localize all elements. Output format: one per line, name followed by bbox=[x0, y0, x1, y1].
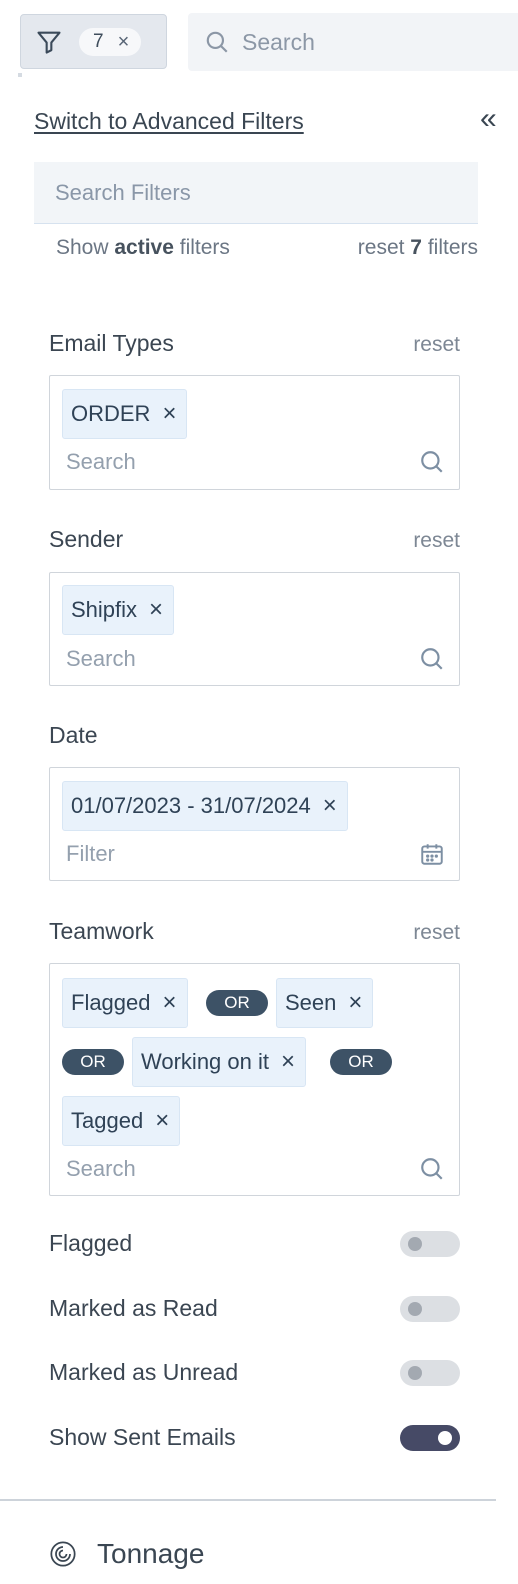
toggle-knob bbox=[408, 1365, 422, 1380]
sender-filter-box[interactable]: Shipfix × Search bbox=[49, 572, 460, 686]
remove-chip-icon[interactable]: × bbox=[155, 1109, 169, 1133]
chip-date-range: 01/07/2023 - 31/07/2024 × bbox=[62, 781, 348, 831]
email-types-search-input[interactable]: Search bbox=[66, 449, 136, 475]
chip-label: ORDER bbox=[71, 401, 151, 426]
remove-chip-icon[interactable]: × bbox=[281, 1050, 295, 1074]
email-types-reset-button[interactable]: reset bbox=[413, 333, 460, 357]
search-filters-input[interactable]: Search Filters bbox=[34, 162, 478, 224]
search-icon bbox=[206, 31, 228, 53]
toggle-row-marked-as-unread: Marked as Unread bbox=[49, 1359, 460, 1386]
tonnage-section-header[interactable]: Tonnage bbox=[49, 1538, 204, 1570]
teamwork-title: Teamwork bbox=[49, 918, 154, 944]
sender-title: Sender bbox=[49, 526, 124, 552]
sender-search-input[interactable]: Search bbox=[66, 646, 136, 672]
or-operator-badge[interactable]: OR bbox=[206, 990, 268, 1016]
chip-seen: Seen × bbox=[276, 978, 374, 1028]
toggle-label: Show Sent Emails bbox=[49, 1424, 236, 1450]
toggle-row-flagged: Flagged bbox=[49, 1230, 460, 1257]
clear-filters-icon[interactable]: × bbox=[118, 32, 130, 52]
toggle-row-show-sent-emails: Show Sent Emails bbox=[49, 1424, 460, 1451]
tonnage-icon bbox=[50, 1541, 76, 1567]
teamwork-reset-button[interactable]: reset bbox=[413, 921, 460, 945]
section-divider bbox=[0, 1499, 496, 1501]
search-icon bbox=[421, 1158, 443, 1180]
active-filter-count-badge[interactable]: 7 × bbox=[79, 27, 142, 56]
chip-label: Tagged bbox=[71, 1108, 144, 1133]
date-filter-box[interactable]: 01/07/2023 - 31/07/2024 × Filter bbox=[49, 767, 460, 881]
flagged-toggle-switch[interactable] bbox=[400, 1230, 460, 1257]
show-active-filters-toggle[interactable]: Show active filters bbox=[56, 236, 230, 260]
active-filters-row: Show active filters reset 7 filters bbox=[56, 236, 478, 260]
filter-toggle-button[interactable]: 7 × bbox=[20, 14, 167, 69]
search-icon bbox=[421, 648, 443, 670]
show-suffix: filters bbox=[173, 236, 230, 259]
chip-label: Flagged bbox=[71, 990, 151, 1015]
chip-shipfix: Shipfix × bbox=[62, 585, 175, 635]
toggle-knob bbox=[408, 1236, 422, 1251]
chip-working-on-it: Working on it × bbox=[132, 1037, 306, 1087]
marked-as-read-toggle-switch[interactable] bbox=[400, 1295, 460, 1322]
or-operator-badge[interactable]: OR bbox=[330, 1049, 392, 1075]
filter-icon bbox=[37, 31, 61, 54]
chip-order: ORDER × bbox=[62, 389, 188, 439]
date-header: Date bbox=[49, 722, 460, 749]
remove-chip-icon[interactable]: × bbox=[323, 794, 337, 818]
toggle-row-marked-as-read: Marked as Read bbox=[49, 1295, 460, 1322]
toggle-knob bbox=[408, 1301, 422, 1316]
sender-header: Sender reset bbox=[49, 526, 460, 553]
chip-tagged: Tagged × bbox=[62, 1096, 181, 1146]
toggle-label: Marked as Read bbox=[49, 1295, 218, 1321]
email-types-title: Email Types bbox=[49, 330, 174, 356]
chip-label: Working on it bbox=[141, 1049, 269, 1074]
filter-count: 7 bbox=[93, 30, 104, 52]
sender-reset-button[interactable]: reset bbox=[413, 529, 460, 553]
resize-handle bbox=[18, 73, 22, 77]
date-title: Date bbox=[49, 722, 98, 748]
teamwork-header: Teamwork reset bbox=[49, 918, 460, 945]
date-filter-input[interactable]: Filter bbox=[66, 841, 115, 867]
tonnage-title: Tonnage bbox=[97, 1538, 205, 1569]
search-filters-placeholder: Search Filters bbox=[55, 179, 191, 205]
chip-label: 01/07/2023 - 31/07/2024 bbox=[71, 793, 311, 818]
reset-all-filters-button[interactable]: reset 7 filters bbox=[358, 236, 478, 260]
email-types-header: Email Types reset bbox=[49, 330, 460, 357]
remove-chip-icon[interactable]: × bbox=[149, 598, 163, 622]
switch-to-advanced-filters-link[interactable]: Switch to Advanced Filters bbox=[34, 108, 304, 135]
chip-label: Seen bbox=[285, 990, 337, 1015]
toggle-label: Flagged bbox=[49, 1230, 133, 1256]
remove-chip-icon[interactable]: × bbox=[163, 991, 177, 1015]
reset-suffix: filters bbox=[421, 236, 478, 259]
search-icon bbox=[421, 451, 443, 473]
reset-count: 7 bbox=[410, 236, 422, 259]
email-types-filter-box[interactable]: ORDER × Search bbox=[49, 375, 460, 490]
show-sent-emails-toggle-switch[interactable] bbox=[400, 1424, 460, 1451]
or-operator-badge[interactable]: OR bbox=[62, 1049, 124, 1075]
teamwork-filter-box[interactable]: Flagged × OR Seen × OR Working on it × OR T… bbox=[49, 963, 460, 1196]
show-prefix: Show bbox=[56, 236, 115, 259]
chip-flagged: Flagged × bbox=[62, 978, 188, 1028]
teamwork-search-input[interactable]: Search bbox=[66, 1156, 136, 1182]
chip-label: Shipfix bbox=[71, 597, 138, 622]
toggle-label: Marked as Unread bbox=[49, 1359, 239, 1385]
marked-as-unread-toggle-switch[interactable] bbox=[400, 1359, 460, 1386]
remove-chip-icon[interactable]: × bbox=[162, 402, 176, 426]
global-search-input[interactable]: Search bbox=[188, 13, 518, 71]
remove-chip-icon[interactable]: × bbox=[348, 991, 362, 1015]
toggle-knob bbox=[438, 1430, 452, 1445]
calendar-icon[interactable] bbox=[419, 841, 445, 867]
show-bold: active bbox=[114, 236, 174, 259]
collapse-panel-icon[interactable]: « bbox=[480, 104, 497, 134]
global-search-placeholder: Search bbox=[242, 28, 315, 55]
reset-prefix: reset bbox=[357, 236, 411, 259]
